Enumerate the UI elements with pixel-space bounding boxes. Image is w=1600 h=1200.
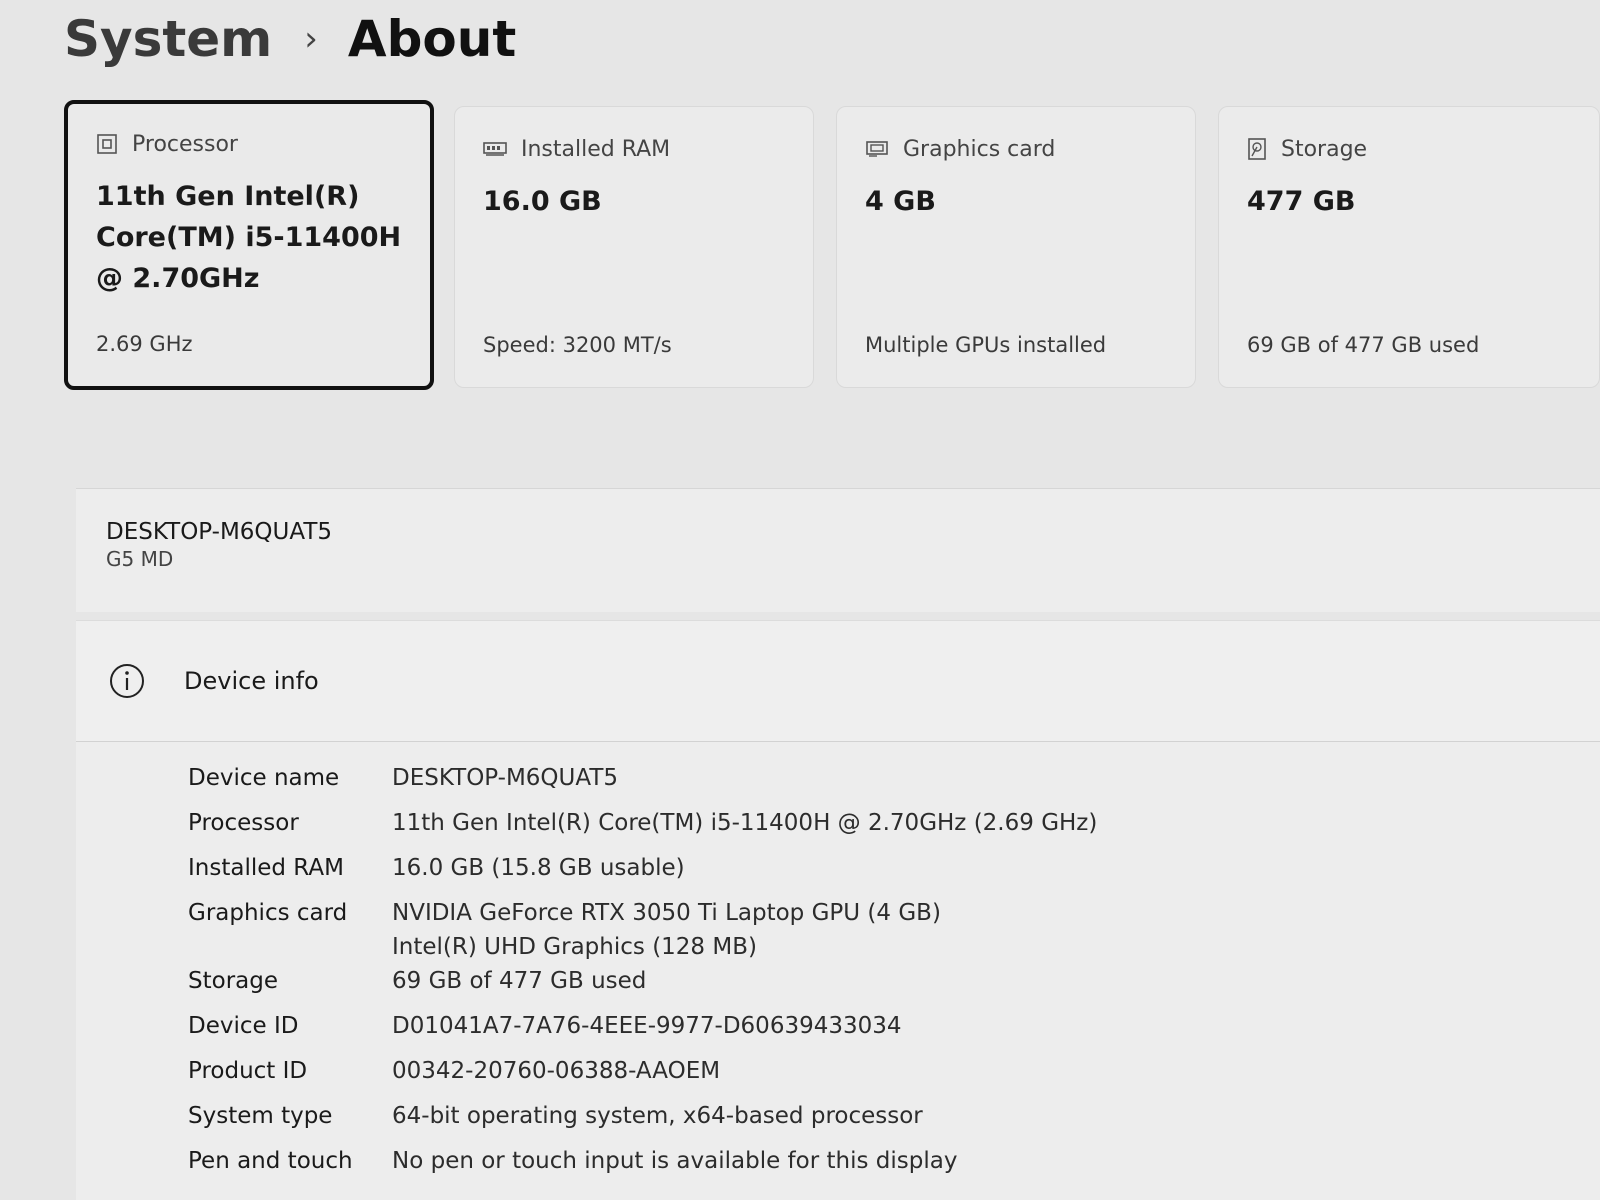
device-name-panel: DESKTOP-M6QUAT5 G5 MD	[76, 488, 1600, 612]
graphics-card-icon	[866, 141, 888, 157]
spec-row-system-type: System type 64-bit operating system, x64…	[188, 1099, 1097, 1144]
graphics-card-card[interactable]: Graphics card 4 GB Multiple GPUs install…	[836, 106, 1196, 388]
spec-row-device-name: Device name DESKTOP-M6QUAT5	[188, 761, 1097, 806]
breadcrumb: System › About	[64, 4, 516, 74]
processor-card-sub: 2.69 GHz	[96, 332, 193, 356]
spec-row-product-id: Product ID 00342-20760-06388-AAOEM	[188, 1054, 1097, 1099]
processor-card[interactable]: Processor 11th Gen Intel(R) Core(TM) i5-…	[64, 100, 434, 390]
graphics-card-sub: Multiple GPUs installed	[865, 333, 1107, 357]
processor-icon	[97, 134, 117, 154]
ram-card[interactable]: Installed RAM 16.0 GB Speed: 3200 MT/s	[454, 106, 814, 388]
spec-value: No pen or touch input is available for t…	[392, 1148, 958, 1174]
spec-row-storage: Storage 69 GB of 477 GB used	[188, 964, 1097, 1009]
spec-value: DESKTOP-M6QUAT5	[392, 765, 619, 791]
storage-card-sub: 69 GB of 477 GB used	[1247, 333, 1480, 357]
spec-value: 16.0 GB (15.8 GB usable)	[392, 855, 685, 881]
device-info-title: Device info	[184, 667, 319, 695]
device-info-header[interactable]: Device info	[76, 621, 1600, 742]
spec-table: Device name DESKTOP-M6QUAT5 Processor 11…	[188, 761, 1097, 1189]
spec-value: 11th Gen Intel(R) Core(TM) i5-11400H @ 2…	[392, 810, 1098, 836]
spec-label: Installed RAM	[188, 855, 344, 881]
ram-card-sub: Speed: 3200 MT/s	[483, 333, 672, 357]
storage-card-value: 477 GB	[1247, 186, 1356, 217]
host-name: DESKTOP-M6QUAT5	[106, 519, 333, 545]
ram-icon	[483, 142, 507, 156]
processor-card-header: Processor	[96, 126, 402, 162]
spec-value-multiline: NVIDIA GeForce RTX 3050 Ti Laptop GPU (4…	[392, 896, 941, 964]
spec-value-gpu-2: Intel(R) UHD Graphics (128 MB)	[392, 934, 757, 960]
chevron-right-icon: ›	[304, 19, 318, 59]
storage-card-header: Storage	[1247, 131, 1571, 167]
ram-card-value: 16.0 GB	[483, 186, 602, 217]
spec-row-installed-ram: Installed RAM 16.0 GB (15.8 GB usable)	[188, 851, 1097, 896]
storage-card-label: Storage	[1281, 136, 1368, 162]
spec-label: Product ID	[188, 1058, 308, 1084]
spec-value: 69 GB of 477 GB used	[392, 968, 647, 994]
spec-label: Device name	[188, 765, 340, 791]
spec-label: Pen and touch	[188, 1148, 353, 1174]
ram-card-label: Installed RAM	[521, 136, 671, 162]
spec-row-pen-and-touch: Pen and touch No pen or touch input is a…	[188, 1144, 1097, 1189]
storage-icon	[1248, 138, 1266, 160]
ram-card-header: Installed RAM	[483, 131, 785, 167]
storage-card[interactable]: Storage 477 GB 69 GB of 477 GB used	[1218, 106, 1600, 388]
processor-card-value: 11th Gen Intel(R) Core(TM) i5-11400H @ 2…	[96, 181, 402, 294]
host-model: G5 MD	[106, 547, 174, 571]
graphics-card-value: 4 GB	[865, 186, 936, 217]
device-info-panel: Device info Device name DESKTOP-M6QUAT5 …	[76, 620, 1600, 1200]
spec-row-device-id: Device ID D01041A7-7A76-4EEE-9977-D60639…	[188, 1009, 1097, 1054]
spec-value: 64-bit operating system, x64-based proce…	[392, 1103, 923, 1129]
info-icon	[110, 664, 144, 698]
spec-label: Graphics card	[188, 900, 348, 926]
breadcrumb-system[interactable]: System	[64, 10, 272, 68]
page-title: About	[347, 10, 517, 68]
spec-row-graphics-card: Graphics card NVIDIA GeForce RTX 3050 Ti…	[188, 896, 1097, 964]
spec-row-processor: Processor 11th Gen Intel(R) Core(TM) i5-…	[188, 806, 1097, 851]
graphics-card-label: Graphics card	[903, 136, 1056, 162]
spec-value: 00342-20760-06388-AAOEM	[392, 1058, 721, 1084]
spec-label: System type	[188, 1103, 333, 1129]
graphics-card-header: Graphics card	[865, 131, 1167, 167]
processor-card-label: Processor	[132, 131, 238, 157]
spec-label: Processor	[188, 810, 299, 836]
spec-label: Storage	[188, 968, 278, 994]
spec-value-gpu-1: NVIDIA GeForce RTX 3050 Ti Laptop GPU (4…	[392, 900, 941, 926]
spec-label: Device ID	[188, 1013, 299, 1039]
spec-value: D01041A7-7A76-4EEE-9977-D60639433034	[392, 1013, 902, 1039]
